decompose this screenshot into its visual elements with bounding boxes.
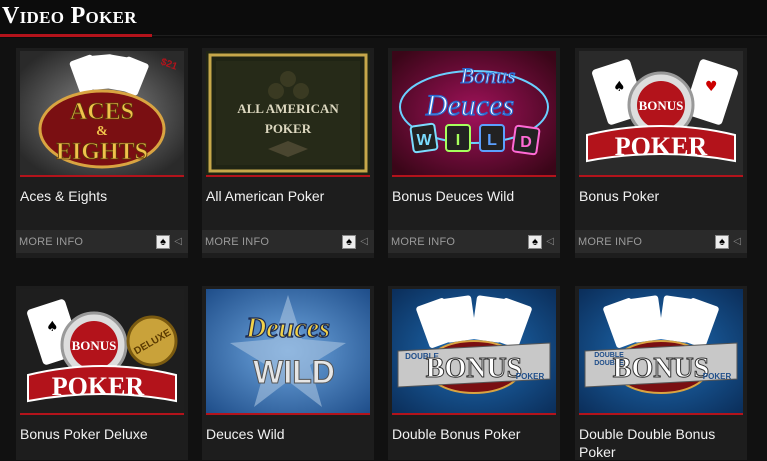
svg-text:Deuces: Deuces <box>425 89 514 122</box>
more-info-link[interactable]: MORE INFO <box>391 236 455 248</box>
thumbnail-divider <box>206 413 370 415</box>
card-footer: MORE INFO ♠ ◁ <box>202 230 374 253</box>
svg-text:W: W <box>416 132 432 149</box>
game-thumbnail[interactable]: DOUBLE DOUBLE BONUS POKER <box>579 289 743 413</box>
game-title[interactable]: Double Double Bonus Poker <box>579 425 745 461</box>
svg-text:♠: ♠ <box>613 79 626 95</box>
page-title: Video Poker <box>2 3 137 29</box>
spade-card-icon[interactable]: ♠ <box>156 235 170 249</box>
speaker-arrow-icon: ◁ <box>733 236 741 247</box>
title-divider <box>152 35 767 36</box>
svg-text:ACES: ACES <box>70 99 134 125</box>
title-underline <box>0 34 152 37</box>
thumbnail-divider <box>20 413 184 415</box>
game-thumbnail[interactable]: Bonus Deuces W I L D <box>392 51 556 175</box>
more-info-link[interactable]: MORE INFO <box>578 236 642 248</box>
card-footer: MORE INFO ♠ ◁ <box>16 230 188 253</box>
svg-text:POKER: POKER <box>703 372 732 381</box>
game-title[interactable]: Bonus Poker <box>579 187 745 205</box>
svg-text:POKER: POKER <box>52 372 145 401</box>
thumbnail-divider <box>392 413 556 415</box>
game-title[interactable]: Bonus Poker Deluxe <box>20 425 186 443</box>
page-header: Video Poker <box>0 0 767 38</box>
svg-text:BONUS: BONUS <box>613 353 709 384</box>
spade-card-icon[interactable]: ♠ <box>342 235 356 249</box>
game-card-deuces-wild[interactable]: Deuces WILD Deuces Wild <box>202 286 374 460</box>
game-thumbnail[interactable]: ♠ BONUS DELUXE POKER <box>20 289 184 413</box>
svg-text:POKER: POKER <box>265 121 312 136</box>
game-card-bonus-poker-deluxe[interactable]: ♠ BONUS DELUXE POKER Bonus Poker Deluxe <box>16 286 188 460</box>
more-info-link[interactable]: MORE INFO <box>205 236 269 248</box>
svg-text:EIGHTS: EIGHTS <box>56 139 148 165</box>
svg-text:Bonus: Bonus <box>461 63 516 88</box>
svg-text:WILD: WILD <box>253 354 335 390</box>
game-title[interactable]: All American Poker <box>206 187 372 205</box>
game-card-bonus-poker[interactable]: ♠ ♥ BONUS POKER Bonus Poker MORE INFO ♠ … <box>575 48 747 258</box>
svg-text:POKER: POKER <box>516 372 545 381</box>
game-card-double-double-bonus-poker[interactable]: DOUBLE DOUBLE BONUS POKER Double Double … <box>575 286 747 460</box>
card-footer: MORE INFO ♠ ◁ <box>575 230 747 253</box>
game-thumbnail[interactable]: ACES & EIGHTS $21 <box>20 51 184 175</box>
speaker-arrow-icon: ◁ <box>546 236 554 247</box>
card-footer: MORE INFO ♠ ◁ <box>388 230 560 253</box>
svg-text:BONUS: BONUS <box>72 338 117 353</box>
game-title[interactable]: Deuces Wild <box>206 425 372 443</box>
svg-text:BONUS: BONUS <box>639 98 684 113</box>
svg-text:D: D <box>520 134 532 151</box>
thumbnail-divider <box>579 175 743 177</box>
more-info-link[interactable]: MORE INFO <box>19 236 83 248</box>
game-title[interactable]: Bonus Deuces Wild <box>392 187 558 205</box>
svg-text:BONUS: BONUS <box>426 353 522 384</box>
svg-text:♥: ♥ <box>705 79 718 95</box>
svg-text:ALL AMERICAN: ALL AMERICAN <box>237 101 339 116</box>
svg-text:Deuces: Deuces <box>245 313 330 344</box>
svg-text:POKER: POKER <box>615 132 708 161</box>
svg-text:L: L <box>487 132 497 149</box>
game-card-bonus-deuces-wild[interactable]: Bonus Deuces W I L D Bonus Deuces Wild M… <box>388 48 560 258</box>
svg-text:♠: ♠ <box>46 319 59 335</box>
game-card-all-american-poker[interactable]: ALL AMERICAN POKER All American Poker MO… <box>202 48 374 258</box>
svg-text:I: I <box>456 132 460 149</box>
game-thumbnail[interactable]: ♠ ♥ BONUS POKER <box>579 51 743 175</box>
spade-card-icon[interactable]: ♠ <box>528 235 542 249</box>
speaker-arrow-icon: ◁ <box>174 236 182 247</box>
game-thumbnail[interactable]: DOUBLE BONUS POKER <box>392 289 556 413</box>
game-thumbnail[interactable]: ALL AMERICAN POKER <box>206 51 370 175</box>
thumbnail-divider <box>206 175 370 177</box>
thumbnail-divider <box>392 175 556 177</box>
game-thumbnail[interactable]: Deuces WILD <box>206 289 370 413</box>
spade-card-icon[interactable]: ♠ <box>715 235 729 249</box>
thumbnail-divider <box>579 413 743 415</box>
thumbnail-divider <box>20 175 184 177</box>
speaker-arrow-icon: ◁ <box>360 236 368 247</box>
game-card-aces-eights[interactable]: ACES & EIGHTS $21 Aces & Eights MORE INF… <box>16 48 188 258</box>
game-title[interactable]: Double Bonus Poker <box>392 425 558 443</box>
game-card-double-bonus-poker[interactable]: DOUBLE BONUS POKER Double Bonus Poker <box>388 286 560 460</box>
game-title[interactable]: Aces & Eights <box>20 187 186 205</box>
svg-text:&: & <box>96 124 108 139</box>
